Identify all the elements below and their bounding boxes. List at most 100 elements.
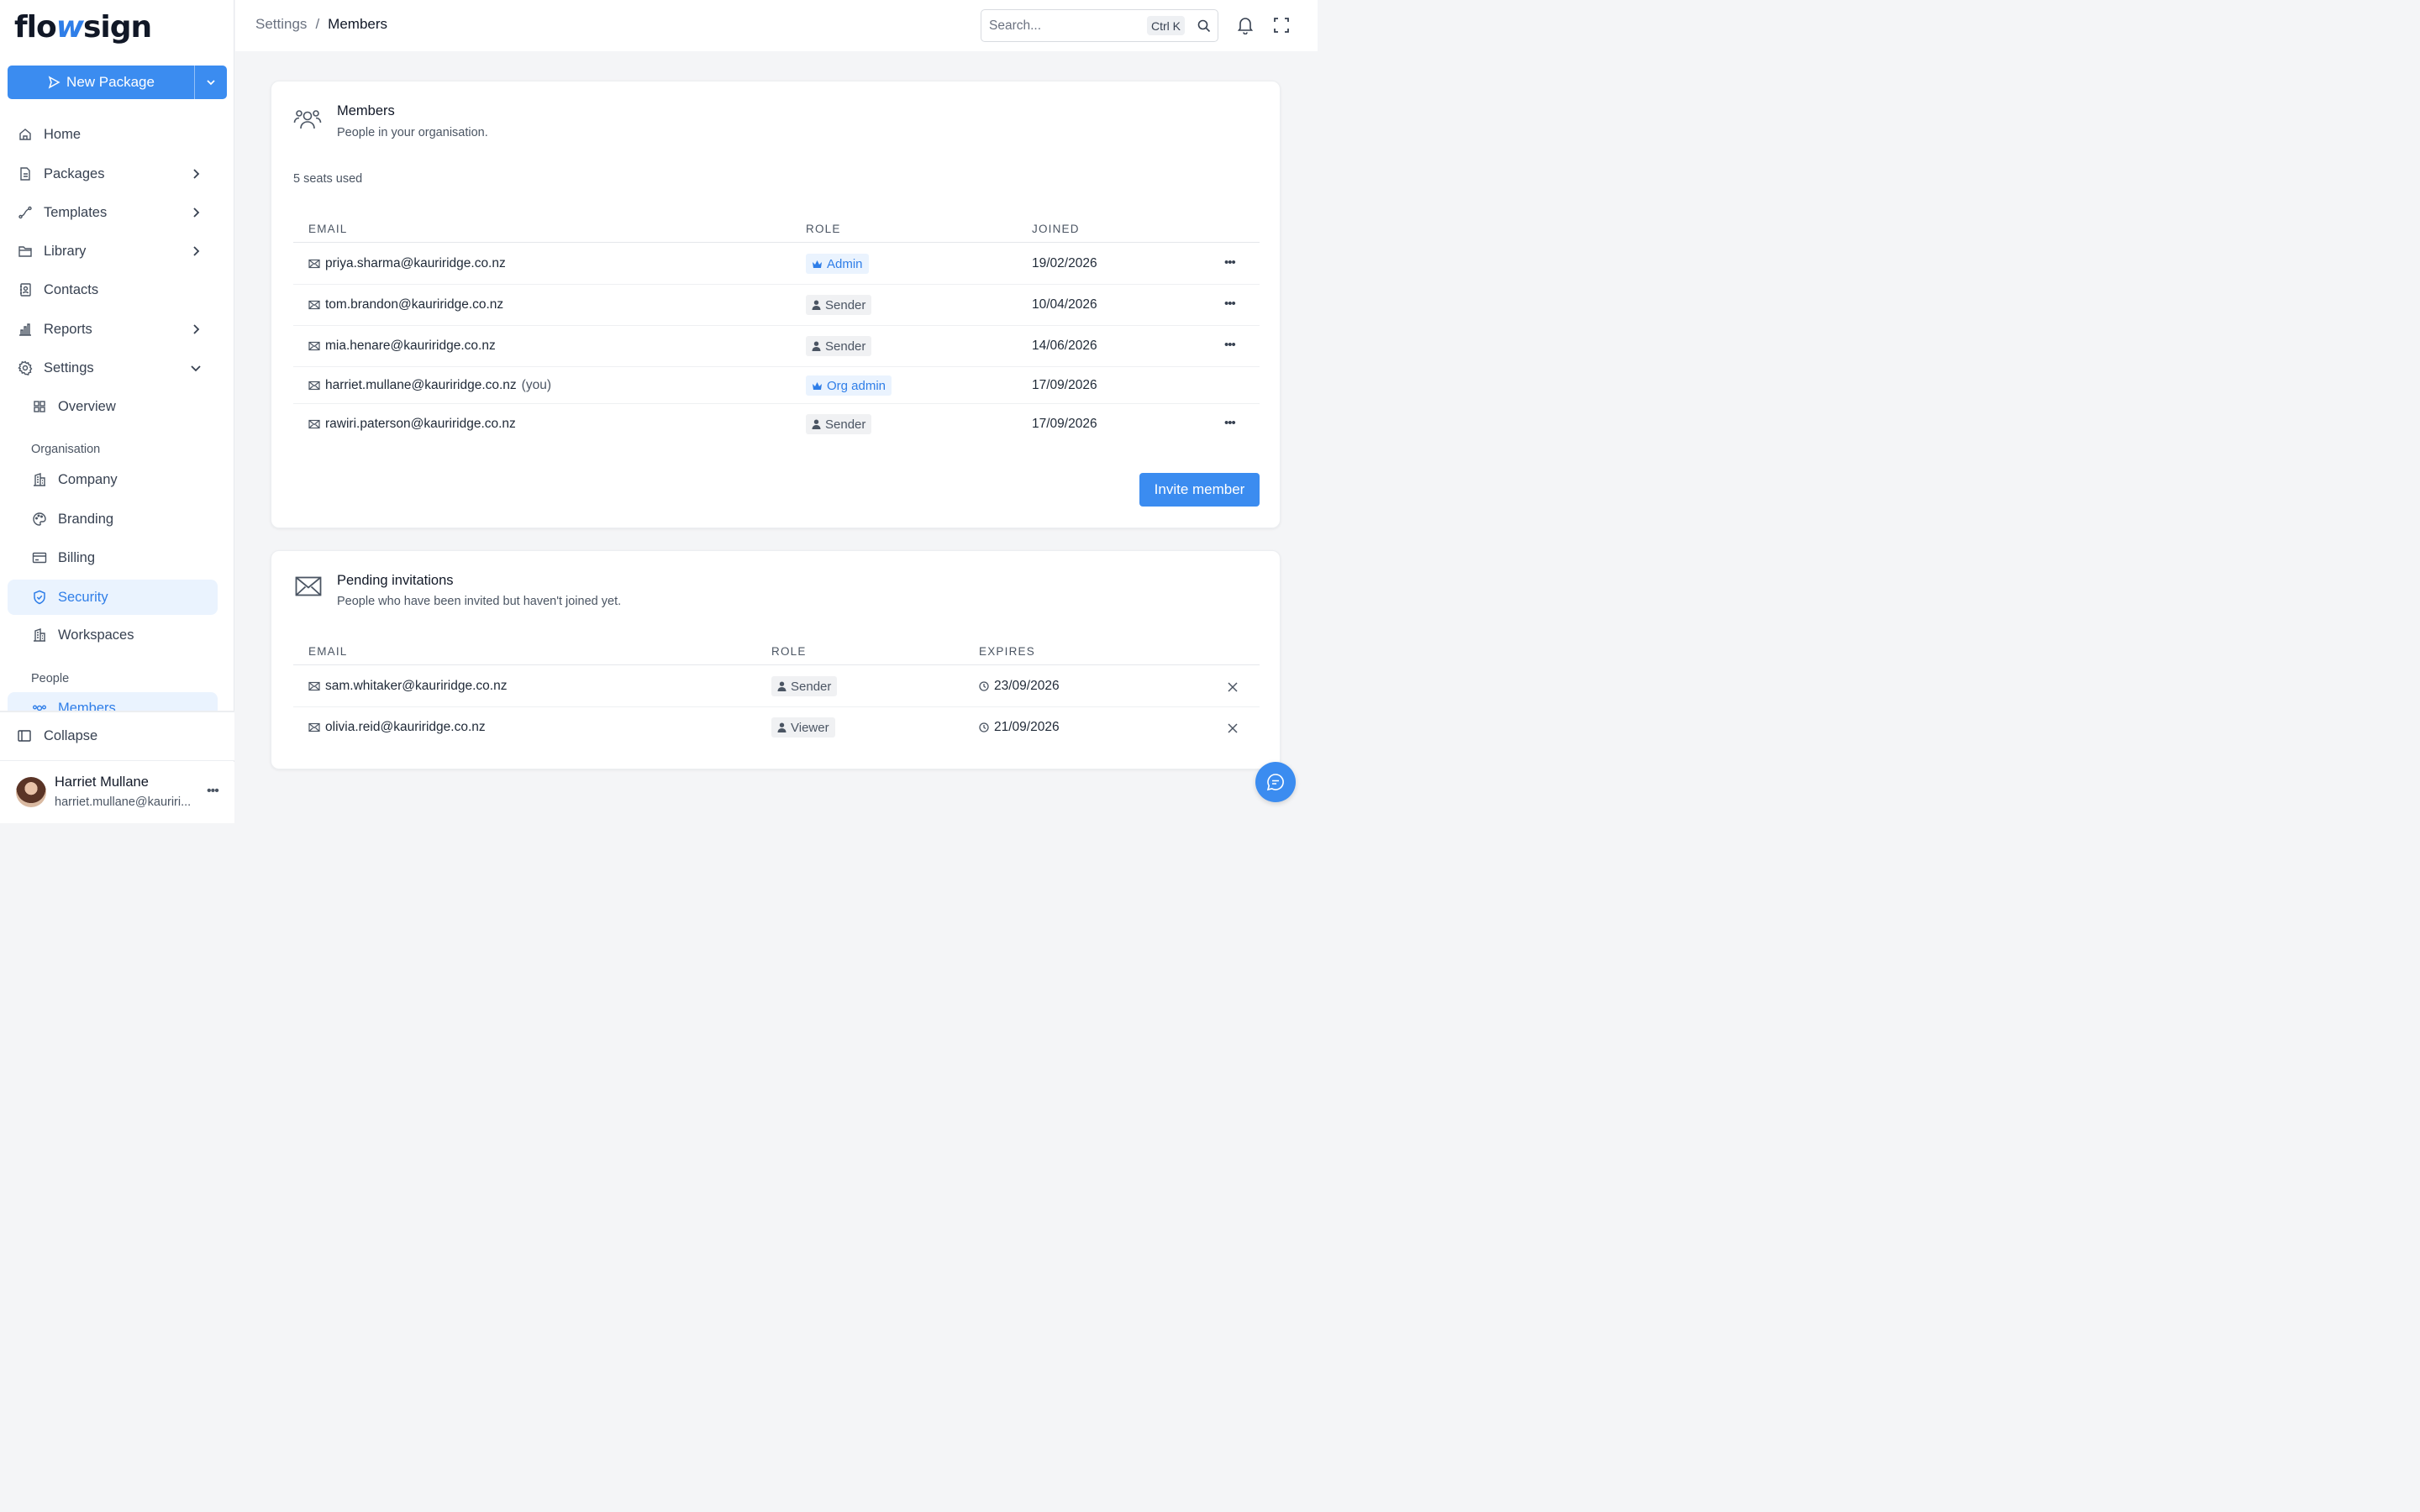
- table-row: tom.brandon@kauriridge.co.nz Sender 10/0…: [293, 285, 1260, 326]
- table-row: harriet.mullane@kauriridge.co.nz (you) O…: [293, 367, 1260, 404]
- revoke-invite-close-icon[interactable]: [1227, 722, 1239, 734]
- members-title: Members: [337, 103, 395, 118]
- sidebar-item-label: Overview: [58, 398, 116, 414]
- joined-date: 17/09/2026: [1032, 417, 1097, 431]
- sidebar-item-workspaces[interactable]: Workspaces: [8, 617, 218, 653]
- sidebar-item-reports[interactable]: Reports: [8, 312, 218, 347]
- row-actions-more-icon[interactable]: •••: [1224, 297, 1236, 311]
- sidebar-item-label: Library: [44, 243, 87, 259]
- sidebar-item-branding[interactable]: Branding: [8, 501, 218, 537]
- users-icon: [293, 110, 322, 129]
- mail-icon: [308, 419, 320, 429]
- topbar: Settings / Members Search... Ctrl K: [235, 0, 1318, 51]
- mail-icon: [308, 381, 320, 391]
- invite-email-text: olivia.reid@kauriridge.co.nz: [325, 720, 486, 734]
- search-icon: [1197, 19, 1211, 33]
- role-badge: Admin: [806, 254, 869, 274]
- member-email: harriet.mullane@kauriridge.co.nz (you): [308, 378, 551, 393]
- chevron-right-icon: [193, 246, 200, 256]
- more-icon[interactable]: •••: [207, 784, 219, 799]
- member-email: mia.henare@kauriridge.co.nz: [308, 339, 496, 354]
- role-label: Sender: [825, 297, 866, 312]
- expires-date: 21/09/2026: [979, 720, 1060, 735]
- new-package-button[interactable]: New Package: [8, 66, 194, 99]
- role-badge: Viewer: [771, 717, 835, 738]
- bell-icon[interactable]: [1237, 16, 1254, 34]
- table-row: mia.henare@kauriridge.co.nz Sender 14/06…: [293, 326, 1260, 367]
- breadcrumb: Settings / Members: [255, 16, 387, 33]
- role-label: Org admin: [827, 378, 886, 393]
- bar-chart-icon: [17, 321, 34, 338]
- chat-support-button[interactable]: [1255, 762, 1296, 802]
- table-row: rawiri.paterson@kauriridge.co.nz Sender …: [293, 404, 1260, 444]
- sidebar-item-label: Reports: [44, 321, 92, 337]
- document-icon: [17, 165, 34, 182]
- column-header-role: ROLE: [771, 645, 807, 658]
- flowsign-logo[interactable]: flowsign: [14, 10, 152, 45]
- section-label-organisation: Organisation: [31, 443, 101, 456]
- role-label: Sender: [825, 417, 866, 432]
- pending-invitations-card: Pending invitations People who have been…: [271, 550, 1281, 769]
- gear-icon: [17, 360, 34, 376]
- mail-icon: [308, 341, 320, 351]
- sidebar-item-contacts[interactable]: Contacts: [8, 272, 218, 307]
- breadcrumb-settings[interactable]: Settings: [255, 16, 307, 33]
- search-placeholder: Search...: [989, 18, 1042, 33]
- mail-icon: [308, 681, 320, 691]
- sidebar-item-members[interactable]: Members: [8, 692, 218, 711]
- home-icon: [17, 126, 34, 143]
- sidebar-item-library[interactable]: Library: [8, 234, 218, 269]
- invite-member-button[interactable]: Invite member: [1139, 473, 1260, 507]
- mail-icon: [308, 300, 320, 310]
- member-email-text: mia.henare@kauriridge.co.nz: [325, 339, 496, 353]
- new-package-split-button: New Package: [8, 66, 227, 99]
- send-icon: [48, 76, 60, 89]
- sidebar-item-home[interactable]: Home: [8, 117, 218, 152]
- revoke-invite-close-icon[interactable]: [1227, 681, 1239, 693]
- building-icon: [31, 627, 48, 643]
- sidebar-item-label: Billing: [58, 549, 96, 565]
- sidebar-item-packages[interactable]: Packages: [8, 156, 218, 192]
- joined-date: 17/09/2026: [1032, 378, 1097, 392]
- sidebar-item-templates[interactable]: Templates: [8, 195, 218, 230]
- row-actions-more-icon[interactable]: •••: [1224, 416, 1236, 430]
- member-email: priya.sharma@kauriridge.co.nz: [308, 256, 506, 271]
- sidebar-item-label: Company: [58, 471, 118, 487]
- breadcrumb-separator: /: [315, 16, 320, 32]
- member-email-text: rawiri.paterson@kauriridge.co.nz: [325, 417, 516, 431]
- column-header-joined: JOINED: [1032, 223, 1080, 235]
- person-icon: [812, 419, 821, 429]
- sidebar-item-label: Contacts: [44, 281, 99, 297]
- sidebar-item-security[interactable]: Security: [8, 580, 218, 615]
- role-badge: Sender: [806, 336, 872, 356]
- column-header-email: EMAIL: [308, 645, 348, 658]
- pending-subtitle: People who have been invited but haven't…: [337, 595, 622, 608]
- clock-icon: [979, 722, 989, 732]
- expires-date-text: 21/09/2026: [994, 720, 1060, 734]
- collapse-label: Collapse: [44, 728, 98, 743]
- grid-icon: [31, 398, 48, 415]
- fullscreen-icon[interactable]: [1274, 18, 1289, 33]
- new-package-dropdown-button[interactable]: [194, 66, 227, 99]
- search-input[interactable]: Search... Ctrl K: [981, 9, 1218, 42]
- sidebar-item-company[interactable]: Company: [8, 462, 218, 497]
- role-badge: Sender: [806, 414, 872, 434]
- row-actions-more-icon[interactable]: •••: [1224, 338, 1236, 352]
- sidebar-item-settings[interactable]: Settings: [8, 350, 218, 386]
- person-icon: [812, 300, 821, 310]
- joined-date: 14/06/2026: [1032, 339, 1097, 353]
- role-badge: Sender: [806, 295, 872, 315]
- row-actions-more-icon[interactable]: •••: [1224, 255, 1236, 270]
- person-icon: [777, 681, 786, 691]
- sidebar-item-billing[interactable]: Billing: [8, 540, 218, 575]
- sidebar-item-overview[interactable]: Overview: [8, 389, 218, 424]
- route-icon: [17, 204, 34, 221]
- table-row: olivia.reid@kauriridge.co.nz Viewer 21/0…: [293, 707, 1260, 748]
- sidebar-item-label: Workspaces: [58, 627, 134, 643]
- user-profile[interactable]: Harriet Mullane harriet.mullane@kauriri.…: [0, 762, 234, 823]
- folder-icon: [17, 243, 34, 260]
- building-icon: [31, 471, 48, 488]
- member-email-text: tom.brandon@kauriridge.co.nz: [325, 297, 504, 312]
- column-header-role: ROLE: [806, 223, 841, 235]
- collapse-sidebar-button[interactable]: Collapse: [0, 712, 234, 761]
